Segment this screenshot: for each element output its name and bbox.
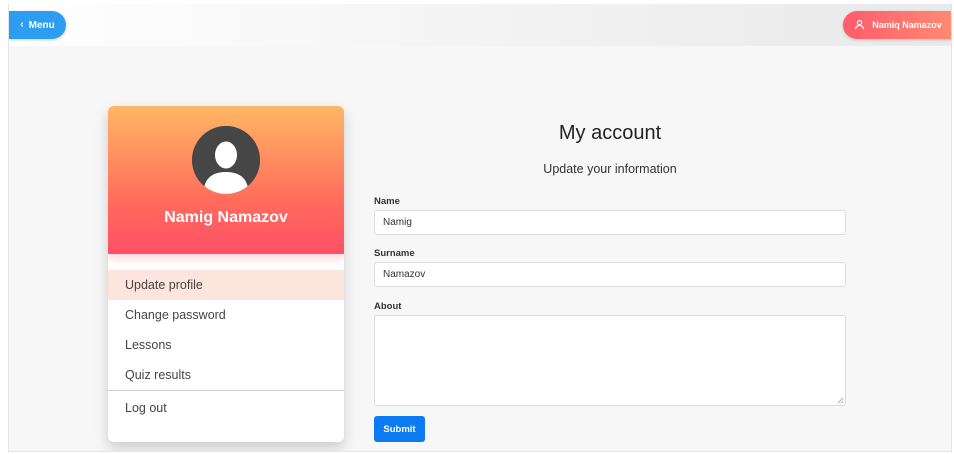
menu-item-log-out[interactable]: Log out [108, 393, 344, 423]
surname-input[interactable] [374, 262, 846, 287]
profile-card-header: Namig Namazov [108, 106, 344, 254]
menu-button-label: Menu [28, 19, 55, 31]
about-label: About [374, 301, 402, 312]
avatar [192, 126, 260, 194]
name-label: Name [374, 196, 400, 207]
menu-item-update-profile[interactable]: Update profile [108, 270, 344, 300]
page-subtitle: Update your information [543, 162, 677, 176]
profile-name: Namig Namazov [164, 209, 288, 226]
menu-item-quiz-results[interactable]: Quiz results [108, 360, 344, 390]
profile-menu: Update profile Change password Lessons Q… [108, 270, 344, 423]
user-button[interactable]: Namiq Namazov [843, 11, 951, 39]
about-textarea[interactable] [374, 315, 846, 406]
app-frame: ‹ Menu Namiq Namazov Namig Namazov Updat… [8, 4, 952, 452]
top-bar: ‹ Menu Namiq Namazov [9, 4, 951, 46]
menu-item-lessons[interactable]: Lessons [108, 330, 344, 360]
avatar-silhouette-icon [192, 126, 260, 194]
profile-card: Namig Namazov Update profile Change pass… [108, 106, 344, 442]
chevron-left-icon: ‹ [20, 19, 24, 30]
menu-divider [108, 390, 344, 391]
surname-label: Surname [374, 248, 415, 259]
submit-button[interactable]: Submit [374, 416, 425, 442]
name-input[interactable] [374, 210, 846, 235]
menu-button[interactable]: ‹ Menu [9, 11, 66, 39]
user-button-label: Namiq Namazov [872, 20, 942, 30]
resize-grip-icon[interactable] [837, 397, 844, 404]
user-icon [854, 19, 865, 32]
page-title: My account [558, 122, 662, 144]
menu-item-change-password[interactable]: Change password [108, 300, 344, 330]
